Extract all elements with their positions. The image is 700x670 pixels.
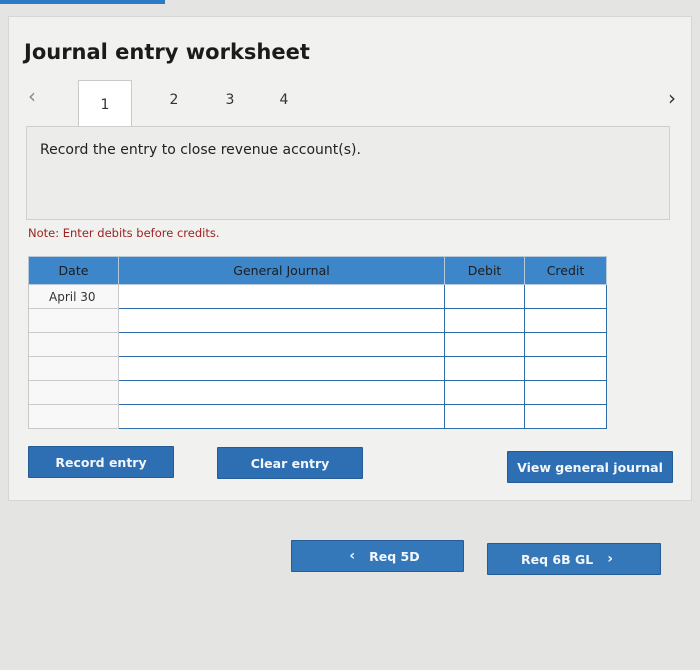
tab-3[interactable]: 3	[208, 80, 252, 120]
account-input[interactable]	[118, 380, 445, 405]
table-row	[28, 380, 607, 405]
date-cell: April 30	[28, 284, 119, 309]
instruction-box	[26, 126, 670, 220]
credit-input[interactable]	[524, 404, 607, 429]
date-cell	[28, 380, 119, 405]
debit-header: Debit	[444, 256, 525, 285]
date-cell	[28, 356, 119, 381]
tab-1[interactable]: 1	[78, 80, 132, 128]
chevron-left-icon: ‹	[349, 548, 356, 564]
credit-input[interactable]	[524, 308, 607, 333]
account-input[interactable]	[118, 356, 445, 381]
credit-input[interactable]	[524, 380, 607, 405]
credit-input[interactable]	[524, 284, 607, 309]
next-req-label: Req 6B GL	[521, 551, 594, 567]
debit-input[interactable]	[444, 308, 525, 333]
table-row	[28, 404, 607, 429]
account-input[interactable]	[118, 308, 445, 333]
credit-input[interactable]	[524, 356, 607, 381]
clear-entry-button[interactable]: Clear entry	[217, 447, 363, 479]
next-req-button[interactable]: Req 6B GL ›	[487, 543, 661, 575]
table-row	[28, 356, 607, 381]
note-text: Note: Enter debits before credits.	[28, 226, 220, 240]
date-cell	[28, 404, 119, 429]
debit-input[interactable]	[444, 380, 525, 405]
previous-tab-icon[interactable]: ‹	[28, 86, 36, 106]
debit-input[interactable]	[444, 404, 525, 429]
top-accent-bar	[0, 0, 165, 4]
view-general-journal-button[interactable]: View general journal	[507, 451, 673, 483]
account-input[interactable]	[118, 404, 445, 429]
debit-input[interactable]	[444, 356, 525, 381]
prev-req-label: Req 5D	[369, 548, 420, 564]
next-tab-icon[interactable]: ›	[668, 88, 676, 108]
date-header: Date	[28, 256, 119, 285]
credit-input[interactable]	[524, 332, 607, 357]
tab-2[interactable]: 2	[152, 80, 196, 120]
page-title: Journal entry worksheet	[24, 40, 310, 64]
account-input[interactable]	[118, 284, 445, 309]
date-cell	[28, 332, 119, 357]
debit-input[interactable]	[444, 284, 525, 309]
prev-req-button[interactable]: ‹ Req 5D	[291, 540, 464, 572]
general-journal-header: General Journal	[118, 256, 445, 285]
debit-input[interactable]	[444, 332, 525, 357]
tab-4[interactable]: 4	[262, 80, 306, 120]
account-input[interactable]	[118, 332, 445, 357]
credit-header: Credit	[524, 256, 607, 285]
table-header-row: Date General Journal Debit Credit	[28, 256, 607, 285]
table-row	[28, 308, 607, 333]
record-entry-button[interactable]: Record entry	[28, 446, 174, 478]
table-row: April 30	[28, 284, 607, 309]
date-cell	[28, 308, 119, 333]
chevron-right-icon: ›	[607, 551, 613, 567]
journal-table: Date General Journal Debit Credit April …	[28, 256, 607, 429]
instruction-text: Record the entry to close revenue accoun…	[40, 142, 361, 158]
table-row	[28, 332, 607, 357]
